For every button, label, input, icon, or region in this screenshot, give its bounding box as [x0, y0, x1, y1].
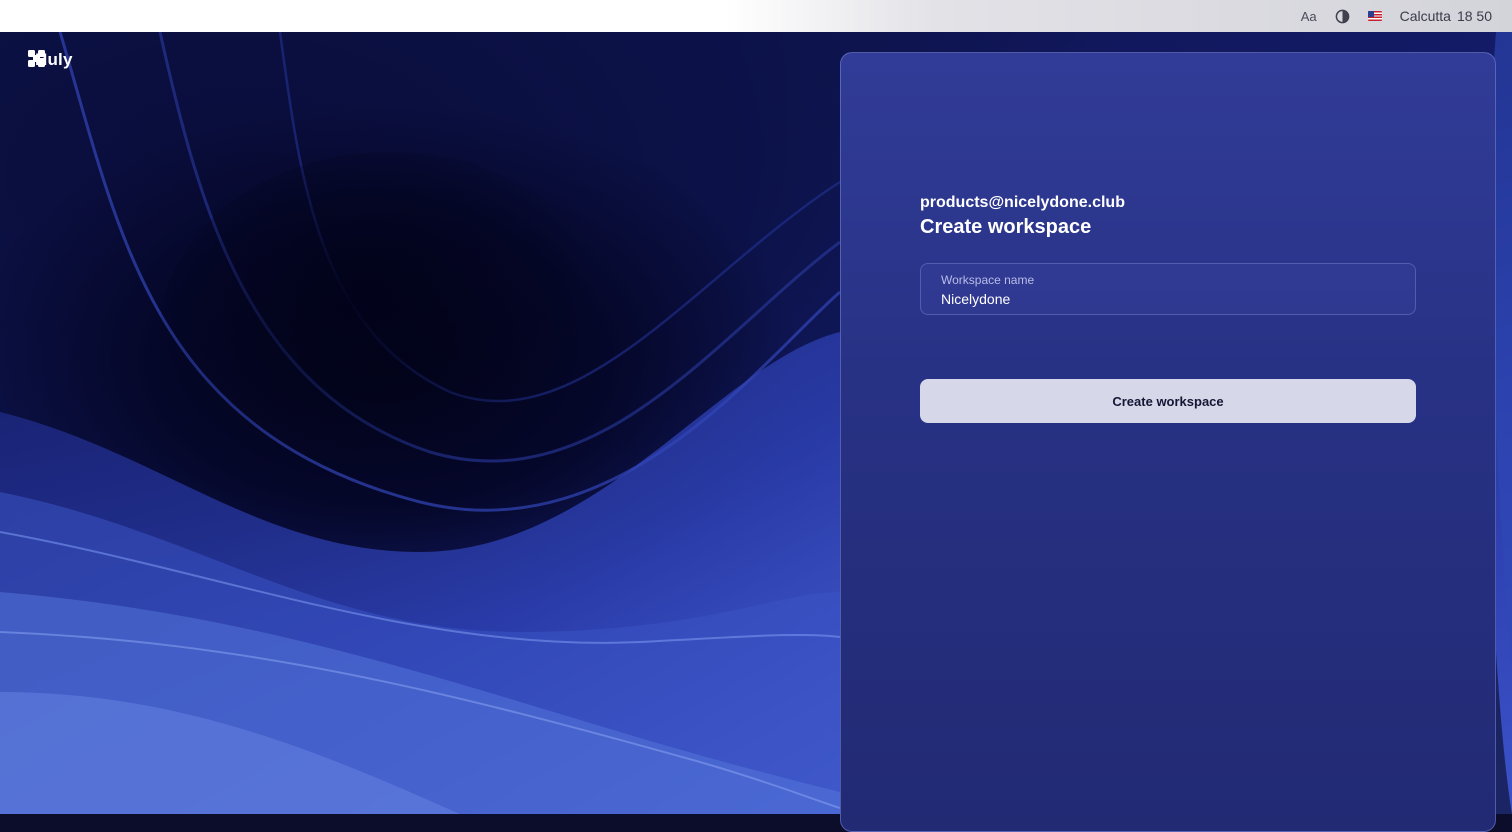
account-email: products@nicelydone.club — [920, 194, 1125, 211]
workspace-name-input[interactable] — [941, 290, 1395, 308]
page-title: Create workspace — [920, 216, 1092, 238]
create-workspace-form: products@nicelydone.club Create workspac… — [920, 193, 1416, 423]
huly-logo[interactable]: Huly — [28, 50, 73, 70]
us-flag-icon — [1367, 11, 1382, 21]
clock-city: Calcutta — [1399, 8, 1451, 24]
create-workspace-button[interactable]: Create workspace — [920, 379, 1416, 423]
theme-toggle[interactable] — [1335, 9, 1350, 24]
contrast-icon — [1335, 9, 1349, 23]
workspace-name-label: Workspace name — [941, 273, 1035, 287]
font-size-toggle[interactable]: Aa — [1301, 9, 1317, 24]
language-selector[interactable] — [1367, 11, 1382, 21]
huly-logo-icon — [28, 50, 45, 67]
create-workspace-panel: products@nicelydone.club Create workspac… — [840, 52, 1496, 832]
font-size-label: Aa — [1300, 8, 1317, 24]
clock-time: 18 50 — [1456, 8, 1492, 24]
world-clock[interactable]: Calcutta 18 50 — [1400, 8, 1492, 24]
workspace-name-field[interactable]: Workspace name — [920, 263, 1416, 315]
system-top-bar: Aa Calcutta 18 50 — [0, 0, 1512, 32]
